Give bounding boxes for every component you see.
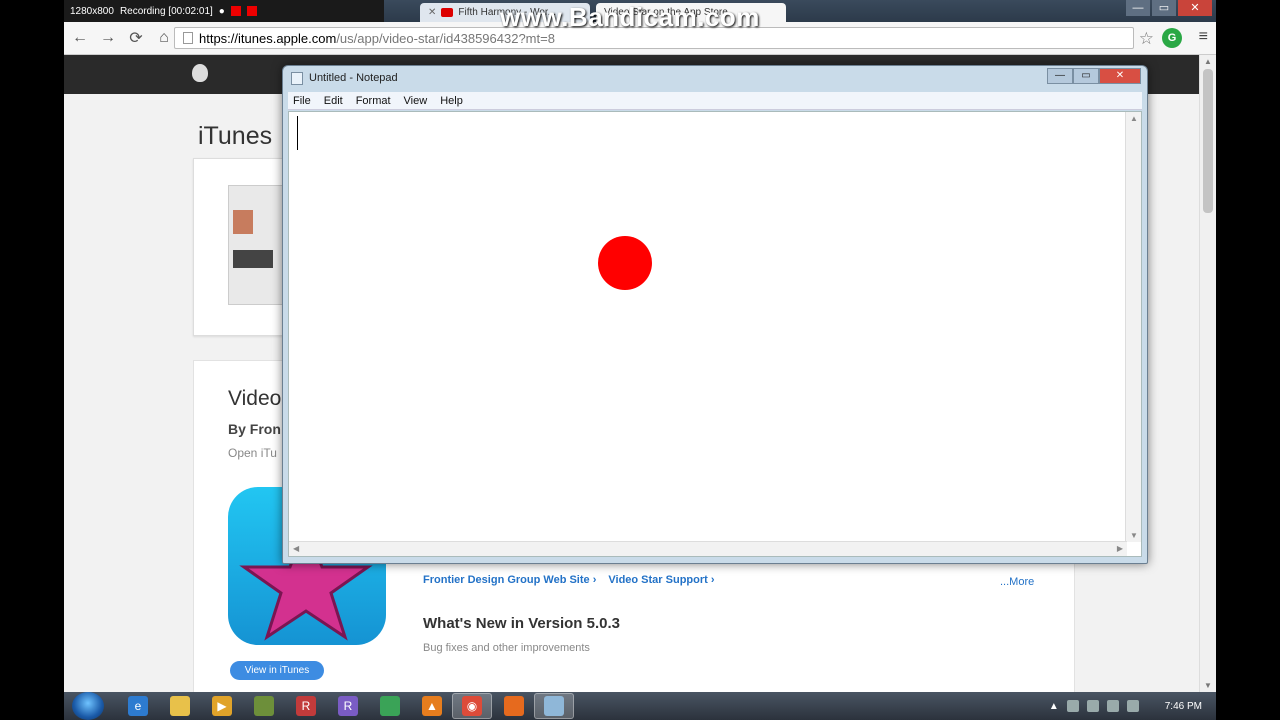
menu-edit[interactable]: Edit [319,95,351,107]
notepad-titlebar[interactable]: Untitled - Notepad — ▭ ✕ [283,66,1147,90]
notepad-menubar: File Edit Format View Help [288,92,1142,110]
developer-links: Frontier Design Group Web Site › Video S… [423,574,715,586]
pause-icon[interactable] [230,6,241,16]
app-r2-icon[interactable]: R [338,696,358,716]
developer-website-link[interactable]: Frontier Design Group Web Site › [423,574,596,586]
app-r-icon[interactable]: R [296,696,316,716]
whats-new-heading: What's New in Version 5.0.3 [423,615,620,632]
notepad-text-area[interactable]: ▲ ▼ ◀ ▶ [288,111,1142,557]
notepad-vertical-scrollbar[interactable]: ▲ ▼ [1125,112,1141,542]
open-itunes-note: Open iTu [228,446,277,460]
volume-icon[interactable] [1126,700,1139,712]
notepad-icon [291,71,303,85]
app-name: Video [228,387,282,410]
text-caret [297,116,298,150]
notepad-window-controls: — ▭ ✕ [1047,68,1141,84]
tray-expand-icon[interactable]: ▲ [1049,701,1059,712]
vlc-icon[interactable]: ▲ [422,696,442,716]
stop-icon[interactable] [246,6,257,16]
system-tray: ▲ 7:46 PM [1049,692,1202,720]
start-button[interactable] [72,692,104,720]
scroll-left-icon[interactable]: ◀ [293,544,299,553]
notepad-icon[interactable] [544,696,564,716]
browser-window-controls: — ▭ ✕ [1126,0,1212,16]
youtube-icon [441,8,454,17]
bookmark-star-icon[interactable]: ☆ [1139,29,1154,49]
scroll-up-icon[interactable]: ▲ [1204,57,1212,66]
close-button[interactable]: ✕ [1178,0,1212,16]
notepad-maximize-button[interactable]: ▭ [1073,68,1099,84]
apple-logo-icon[interactable] [192,64,208,82]
camera-icon[interactable]: ● [219,6,225,17]
recorder-bar: 1280x800 Recording [00:02:01] ● [64,0,384,22]
recorder-status: Recording [00:02:01] [119,5,213,17]
notepad-title: Untitled - Notepad [309,72,398,84]
minimize-button[interactable]: — [1126,0,1150,16]
recorder-watermark: www.Bandicam.com [500,2,760,32]
extension-icon[interactable]: G [1162,28,1182,48]
taskbar-clock[interactable]: 7:46 PM [1165,701,1202,712]
forward-button[interactable]: → [96,29,120,47]
preview-thumbnail [233,250,273,268]
menu-help[interactable]: Help [435,95,471,107]
whats-new-text: Bug fixes and other improvements [423,642,590,654]
scroll-down-icon[interactable]: ▼ [1130,531,1138,540]
more-link[interactable]: ...More [1000,576,1034,588]
itunes-screenshot [228,185,288,305]
home-button[interactable]: ⌂ [152,29,176,47]
click-indicator [598,236,652,290]
notepad-horizontal-scrollbar[interactable]: ◀ ▶ [289,541,1127,556]
back-button[interactable]: ← [68,29,92,47]
tab-close-icon[interactable]: ✕ [428,7,436,18]
internet-explorer-icon[interactable]: e [128,696,148,716]
preview-thumbnail [233,210,253,234]
network-icon[interactable] [1106,700,1119,712]
page-title: iTunes [198,122,273,150]
messenger-icon[interactable] [380,696,400,716]
file-explorer-icon[interactable] [170,696,190,716]
app-tray-icon[interactable] [1086,700,1099,712]
url-host: https://itunes.apple.com [199,30,337,46]
notepad-close-button[interactable]: ✕ [1099,68,1141,84]
notepad-minimize-button[interactable]: — [1047,68,1073,84]
windows-taskbar: e ▶ R R ▲ ◉ ▲ 7:46 PM [64,692,1216,720]
reload-button[interactable]: ⟳ [124,28,148,48]
scroll-down-icon[interactable]: ▼ [1204,681,1212,690]
menu-format[interactable]: Format [351,95,399,107]
page-scrollbar[interactable]: ▲ ▼ [1199,55,1216,692]
developer-line: By Fron [228,421,281,437]
firefox-icon[interactable] [504,696,524,716]
notepad-window[interactable]: Untitled - Notepad — ▭ ✕ File Edit Forma… [282,65,1148,564]
menu-file[interactable]: File [288,95,319,107]
menu-view[interactable]: View [399,95,436,107]
chrome-menu-icon[interactable]: ≡ [1199,28,1208,46]
scroll-right-icon[interactable]: ▶ [1117,544,1123,553]
view-in-itunes-button[interactable]: View in iTunes [230,661,324,680]
scroll-thumb[interactable] [1203,69,1213,213]
maximize-button[interactable]: ▭ [1152,0,1176,16]
page-icon [183,32,193,44]
support-link[interactable]: Video Star Support › [608,574,714,586]
flag-icon[interactable] [1066,700,1079,712]
media-player-icon[interactable]: ▶ [212,696,232,716]
scroll-up-icon[interactable]: ▲ [1130,114,1138,123]
minecraft-icon[interactable] [254,696,274,716]
chrome-icon[interactable]: ◉ [462,696,482,716]
recorder-resolution: 1280x800 [70,5,114,17]
desktop-screen: 1280x800 Recording [00:02:01] ● ✕ Fifth … [64,0,1216,720]
